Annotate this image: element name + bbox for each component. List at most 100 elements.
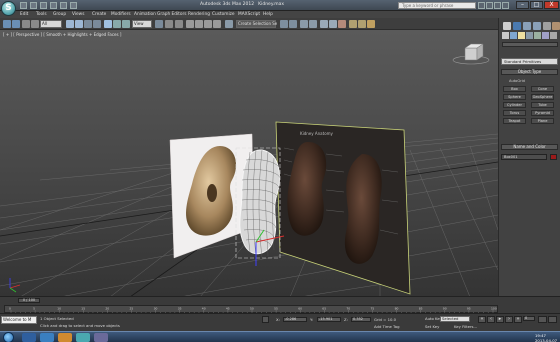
go-to-end-icon[interactable]: » (514, 316, 522, 323)
menu-edit[interactable]: Edit (20, 12, 28, 17)
space-warps-icon[interactable] (542, 32, 549, 39)
search-icon[interactable] (478, 2, 485, 9)
lock-selection-icon[interactable] (262, 316, 269, 323)
plane-button[interactable]: Plane (531, 118, 554, 124)
cylinder-button[interactable]: Cylinder (503, 102, 526, 108)
cone-button[interactable]: Cone (531, 86, 554, 92)
material-editor-icon[interactable] (338, 20, 346, 28)
select-rotate-icon[interactable] (113, 20, 121, 28)
pivot-center-icon[interactable] (155, 20, 163, 28)
time-slider[interactable]: 0 / 100 (18, 298, 40, 303)
autogrid-checkbox[interactable]: AutoGrid (509, 79, 525, 83)
menu-views[interactable]: Views (72, 12, 84, 17)
link-icon[interactable] (22, 20, 30, 28)
object-name-field[interactable]: Box001 (501, 154, 547, 160)
close-button[interactable]: X (544, 1, 559, 9)
lights-icon[interactable] (518, 32, 525, 39)
edit-named-selection-icon[interactable] (225, 20, 233, 28)
communication-center-icon[interactable] (494, 2, 501, 9)
selection-filter-select[interactable]: All (40, 20, 62, 28)
app-taskbar-icon[interactable] (94, 333, 108, 342)
menu-customize[interactable]: Customize (212, 12, 235, 17)
select-by-name-icon[interactable] (75, 20, 83, 28)
layer-manager-icon[interactable] (300, 20, 308, 28)
y-coordinate-field[interactable]: -15.901 (317, 317, 341, 322)
play-icon[interactable]: ▸ (496, 316, 504, 323)
app-logo-icon[interactable]: S (1, 1, 16, 16)
render-production-icon[interactable] (367, 20, 375, 28)
torus-button[interactable]: Torus (503, 110, 526, 116)
orbit-icon[interactable] (548, 316, 557, 323)
hierarchy-tab-icon[interactable] (523, 22, 531, 30)
select-object-icon[interactable] (66, 20, 74, 28)
graphite-ribbon-icon[interactable] (309, 20, 317, 28)
menu-maxscript[interactable]: MAXScript (238, 12, 260, 17)
project-folder-icon[interactable] (70, 2, 77, 9)
open-file-icon[interactable] (30, 2, 37, 9)
geometry-icon[interactable] (502, 32, 509, 39)
previous-frame-icon[interactable]: ‹ (487, 316, 495, 323)
pyramid-button[interactable]: Pyramid (531, 110, 554, 116)
menu-group[interactable]: Group (53, 12, 66, 17)
unlink-icon[interactable] (31, 20, 39, 28)
menu-modifiers[interactable]: Modifiers (111, 12, 131, 17)
maximize-button[interactable]: □ (530, 1, 543, 9)
search-input[interactable]: Type a keyword or phrase (398, 2, 476, 9)
systems-icon[interactable] (550, 32, 557, 39)
box-button[interactable]: Box (503, 86, 526, 92)
new-file-icon[interactable] (20, 2, 27, 9)
shapes-icon[interactable] (510, 32, 517, 39)
teapot-button[interactable]: Teapot (503, 118, 526, 124)
spinner-snap-icon[interactable] (213, 20, 221, 28)
go-to-start-icon[interactable]: « (478, 316, 486, 323)
zoom-extents-icon[interactable] (538, 316, 547, 323)
maxscript-listener-input[interactable]: Welcome to M (1, 316, 37, 324)
schematic-view-icon[interactable] (329, 20, 337, 28)
z-coordinate-field[interactable]: 0.352 (351, 317, 371, 322)
window-crossing-icon[interactable] (93, 20, 101, 28)
save-file-icon[interactable] (40, 2, 47, 9)
reference-coordinate-select[interactable]: View (132, 20, 152, 28)
create-tab-icon[interactable] (503, 22, 511, 30)
tube-button[interactable]: Tube (531, 102, 554, 108)
viewport-label-menu[interactable]: [ + ] [ Perspective ] [ Smooth + Highlig… (3, 32, 121, 38)
motion-tab-icon[interactable] (533, 22, 541, 30)
primitive-category-select[interactable]: Standard Primitives (501, 58, 558, 65)
rendered-frame-window-icon[interactable] (358, 20, 366, 28)
angle-snap-icon[interactable] (195, 20, 203, 28)
menu-graph-editors[interactable]: Graph Editors (157, 12, 187, 17)
menu-create[interactable]: Create (92, 12, 106, 17)
menu-animation[interactable]: Animation (134, 12, 156, 17)
align-icon[interactable] (289, 20, 297, 28)
modify-tab-icon[interactable] (513, 22, 521, 30)
key-filters-button[interactable]: Key Filters... (454, 324, 477, 329)
auto-key-button[interactable]: Auto Key (425, 316, 442, 322)
next-frame-icon[interactable]: › (505, 316, 513, 323)
start-button[interactable] (3, 332, 14, 342)
object-color-swatch[interactable] (550, 154, 557, 160)
select-manipulate-icon[interactable] (165, 20, 173, 28)
browser-taskbar-icon[interactable] (40, 333, 54, 342)
object-type-rollout[interactable]: Object Type (501, 69, 558, 75)
named-selection-set-select[interactable]: Create Selection Se (236, 20, 277, 28)
redo-icon[interactable] (12, 20, 20, 28)
undo-icon[interactable] (3, 20, 11, 28)
helpers-icon[interactable] (534, 32, 541, 39)
add-time-tag-button[interactable]: Add Time Tag (374, 324, 399, 329)
menu-help[interactable]: Help (263, 12, 273, 17)
explorer-taskbar-icon[interactable] (22, 333, 36, 342)
select-scale-icon[interactable] (122, 20, 130, 28)
select-move-icon[interactable] (104, 20, 112, 28)
track-bar[interactable]: 0 5 10 15 20 25 30 35 40 45 50 55 60 65 70 75 80 85 90 95 10… (4, 305, 498, 314)
3ds-max-taskbar-icon[interactable] (76, 333, 90, 342)
mirror-icon[interactable] (280, 20, 288, 28)
geosphere-button[interactable]: GeoSphere (531, 94, 554, 100)
snaps-toggle-icon[interactable] (186, 20, 194, 28)
set-key-button[interactable]: Set Key (425, 324, 439, 329)
system-clock[interactable]: 19:47 2013-04-07 (535, 333, 557, 342)
percent-snap-icon[interactable] (204, 20, 212, 28)
render-setup-icon[interactable] (349, 20, 357, 28)
display-tab-icon[interactable] (543, 22, 551, 30)
keyboard-shortcut-icon[interactable] (175, 20, 183, 28)
sphere-button[interactable]: Sphere (503, 94, 526, 100)
